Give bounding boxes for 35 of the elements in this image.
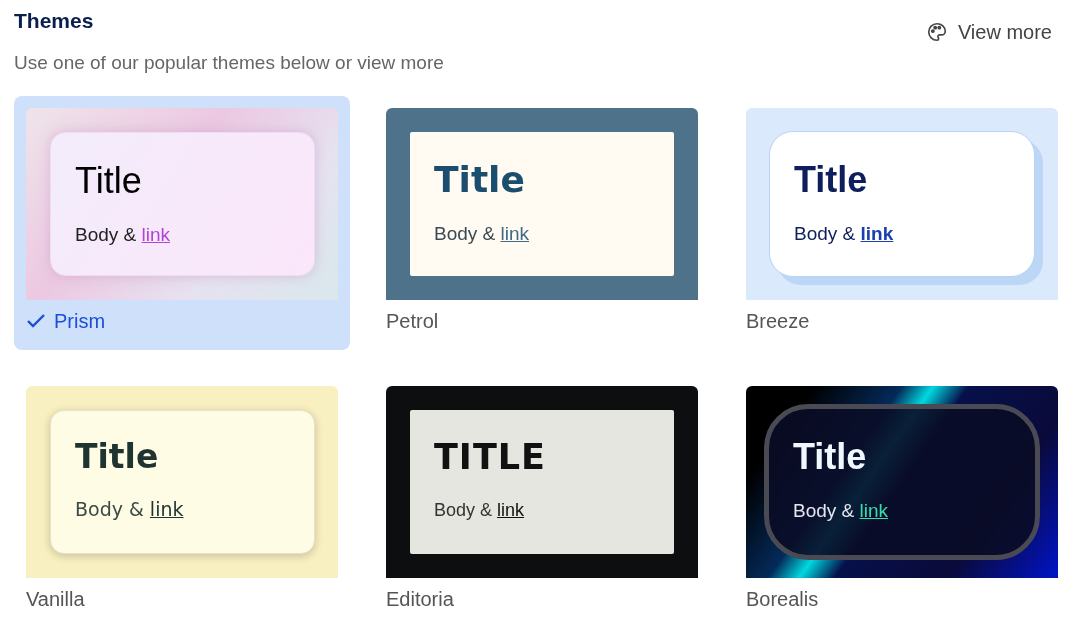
- theme-name: Petrol: [386, 309, 439, 334]
- preview-link: link: [149, 498, 184, 521]
- preview-link: link: [500, 222, 530, 244]
- theme-option[interactable]: Title Body & link Borealis: [734, 374, 1070, 627]
- preview-link: link: [859, 499, 889, 521]
- section-title: Themes: [14, 8, 95, 34]
- theme-option[interactable]: Title Body & link Petrol: [374, 96, 710, 350]
- theme-name: Breeze: [746, 309, 810, 334]
- preview-title: Title: [793, 437, 868, 477]
- theme-option[interactable]: Title Body & link Breeze: [734, 96, 1070, 350]
- theme-option[interactable]: TITLE Body & link Editoria: [374, 374, 710, 627]
- view-more-button[interactable]: View more: [925, 14, 1052, 50]
- preview-body: Body & link: [434, 221, 531, 246]
- preview-link: link: [860, 222, 894, 244]
- preview-title: Title: [434, 160, 526, 200]
- preview-link: link: [141, 223, 171, 245]
- preview-title: TITLE: [434, 438, 547, 477]
- preview-body: Body & link: [75, 222, 172, 247]
- preview-link: link: [497, 499, 525, 520]
- preview-body: Body & link: [793, 498, 890, 523]
- theme-name: Prism: [54, 309, 106, 334]
- preview-title: Title: [75, 439, 160, 476]
- check-icon: [26, 313, 46, 329]
- theme-option[interactable]: Title Body & link Prism: [14, 96, 350, 350]
- preview-title: Title: [75, 161, 143, 201]
- theme-name: Editoria: [386, 587, 454, 612]
- preview-title: Title: [794, 160, 869, 200]
- preview-body: Body & link: [794, 221, 895, 246]
- theme-name: Vanilla: [26, 587, 85, 612]
- theme-option[interactable]: Title Body & link Vanilla: [14, 374, 350, 627]
- preview-body: Body & link: [75, 497, 185, 523]
- theme-name: Borealis: [746, 587, 819, 612]
- palette-icon: [925, 21, 948, 43]
- preview-body: Body & link: [434, 498, 526, 522]
- section-subtitle: Use one of our popular themes below or view more: [14, 50, 444, 75]
